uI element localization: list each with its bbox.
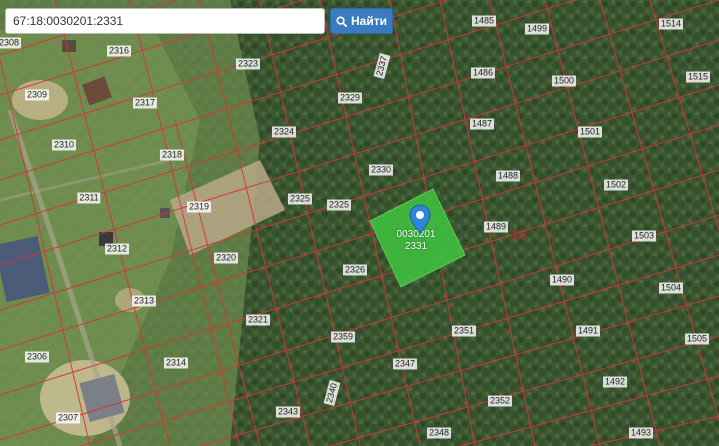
- parcel-number-label: 2324: [271, 126, 297, 138]
- parcel-number-label: 2318: [159, 149, 185, 161]
- selected-parcel-number: 2331: [404, 241, 428, 252]
- parcel-number-label: 2307: [55, 412, 81, 424]
- parcel-number-label: 2306: [24, 351, 50, 363]
- satellite-map[interactable]: 1485 1499 1514 2308 2316 2323 2337 1486 1500 1515…: [0, 0, 719, 446]
- parcel-number-label: 2313: [131, 295, 157, 307]
- parcel-number-label: 2325: [287, 193, 313, 205]
- parcel-number-label: 1486: [470, 67, 496, 79]
- parcel-number-label: 2310: [51, 139, 77, 151]
- search-button[interactable]: Найти: [330, 8, 393, 34]
- parcel-number-label: 1499: [524, 23, 550, 35]
- parcel-number-label: 2316: [106, 45, 132, 57]
- parcel-number-label: 2308: [0, 37, 22, 49]
- parcel-number-label: 1504: [658, 282, 684, 294]
- parcel-number-label: 1500: [551, 75, 577, 87]
- parcel-number-label: 1493: [628, 427, 654, 439]
- parcel-number-label: 1490: [549, 274, 575, 286]
- map-pin-icon[interactable]: [408, 204, 432, 234]
- parcel-number-label: 2359: [330, 331, 356, 343]
- parcel-number-label: 2323: [235, 58, 261, 70]
- cadastral-block-label: 18: [510, 226, 528, 244]
- parcel-number-label: 2319: [186, 201, 212, 213]
- parcel-number-label: 2325: [326, 199, 352, 211]
- parcel-number-label: 1485: [471, 15, 497, 27]
- parcel-number-label: 2347: [392, 358, 418, 370]
- parcel-number-label: 2326: [342, 264, 368, 276]
- cadastral-search-input[interactable]: [5, 8, 325, 34]
- parcel-number-label: 2351: [451, 325, 477, 337]
- parcel-number-label: 1514: [658, 18, 684, 30]
- parcel-number-label: 1501: [577, 126, 603, 138]
- parcel-number-label: 2352: [487, 395, 513, 407]
- parcel-number-label: 1505: [684, 333, 710, 345]
- parcel-number-label: 1487: [469, 118, 495, 130]
- parcel-number-label: 2309: [24, 89, 50, 101]
- parcel-number-label: 1515: [685, 71, 711, 83]
- parcel-number-label: 1502: [603, 179, 629, 191]
- parcel-number-label: 1503: [631, 230, 657, 242]
- parcel-number-label: 2317: [132, 97, 158, 109]
- parcel-number-label: 2343: [275, 406, 301, 418]
- parcel-number-label: 2329: [337, 92, 363, 104]
- parcel-number-label: 2320: [213, 252, 239, 264]
- parcel-number-label: 1488: [495, 170, 521, 182]
- parcel-number-label: 1491: [575, 325, 601, 337]
- search-icon: [336, 15, 347, 27]
- parcel-number-label: 2330: [368, 164, 394, 176]
- parcel-number-label: 1489: [483, 221, 509, 233]
- parcel-number-label: 2321: [245, 314, 271, 326]
- parcel-number-label: 1492: [602, 376, 628, 388]
- parcel-number-label: 2311: [77, 192, 101, 204]
- parcel-number-label: 2348: [426, 427, 452, 439]
- parcel-number-label: 2314: [163, 357, 189, 369]
- search-button-label: Найти: [351, 14, 387, 28]
- parcel-number-label: 2312: [104, 243, 130, 255]
